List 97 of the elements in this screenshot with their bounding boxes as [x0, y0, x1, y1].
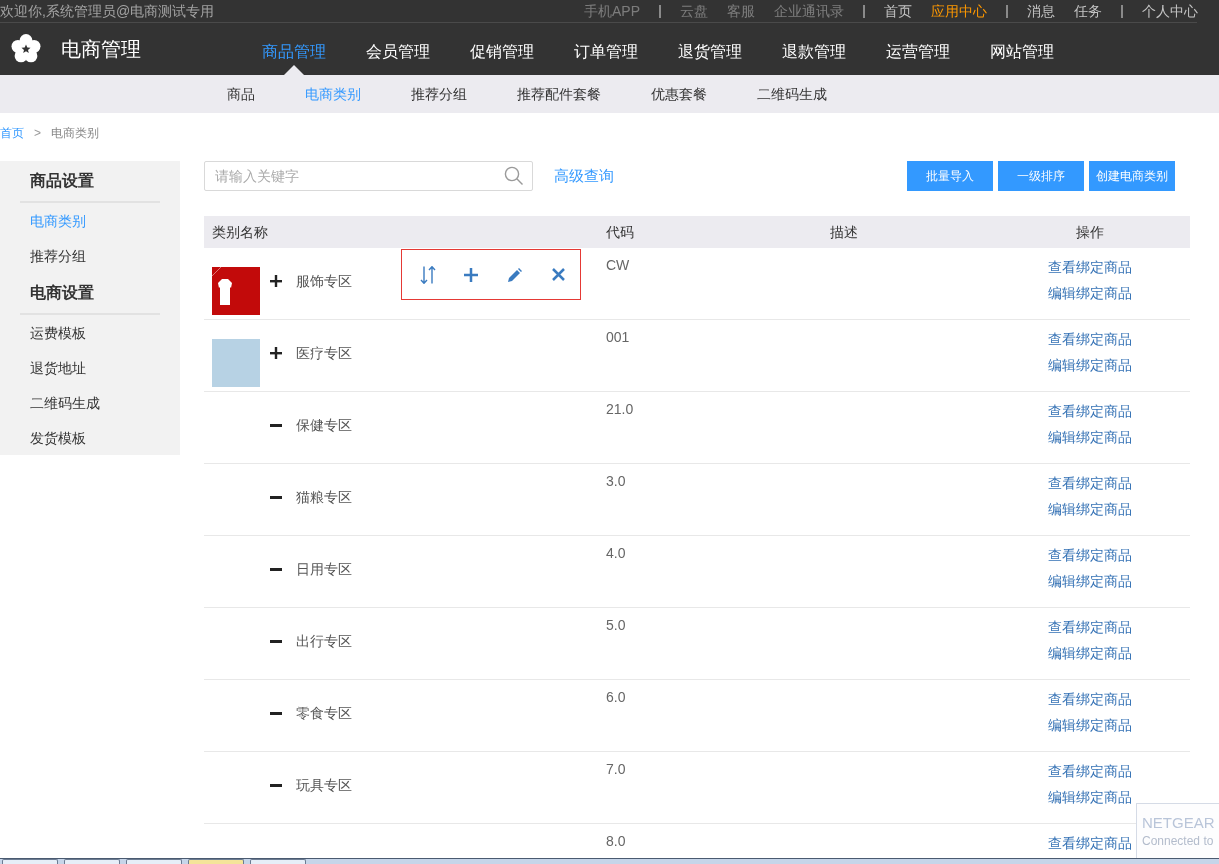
nav-tab[interactable]: 促销管理: [470, 23, 534, 75]
action-link[interactable]: 编辑绑定商品: [1048, 787, 1132, 808]
action-link[interactable]: 编辑绑定商品: [1048, 355, 1132, 376]
action-link[interactable]: 编辑绑定商品: [1048, 643, 1132, 664]
category-code: 001: [606, 329, 630, 345]
search-icon: [504, 166, 523, 185]
sidebar-item[interactable]: 电商类别: [30, 210, 86, 231]
welcome-text: 欢迎你,系统管理员@电商测试专用: [0, 2, 215, 21]
action-link[interactable]: 查看绑定商品: [1048, 761, 1132, 782]
sub-nav-tab[interactable]: 商品: [227, 84, 255, 104]
taskbar-button[interactable]: [64, 859, 120, 864]
column-header: 操作: [1076, 223, 1104, 242]
action-link[interactable]: 编辑绑定商品: [1048, 571, 1132, 592]
category-code: 7.0: [606, 761, 626, 777]
shirt-thumbnail: [212, 267, 260, 315]
category-name: 猫粮专区: [296, 488, 352, 507]
photo-placeholder: [212, 339, 260, 387]
notification-title: NETGEAR: [1142, 813, 1216, 833]
nav-tab[interactable]: 网站管理: [990, 23, 1054, 75]
category-name: 医疗专区: [296, 344, 352, 363]
category-code: CW: [606, 257, 630, 273]
top-link[interactable]: 首页: [884, 0, 912, 22]
top-link[interactable]: 应用中心: [931, 0, 987, 22]
column-header: 描述: [830, 224, 858, 240]
action-link[interactable]: 查看绑定商品: [1048, 617, 1132, 638]
taskbar-button[interactable]: [126, 859, 182, 864]
taskbar-button[interactable]: [2, 859, 58, 864]
nav-tab[interactable]: 订单管理: [574, 23, 638, 75]
sidebar-heading: 电商设置: [30, 283, 94, 303]
top-link[interactable]: 个人中心: [1142, 0, 1198, 22]
sidebar-item[interactable]: 运费模板: [30, 322, 86, 343]
taskbar-button[interactable]: [250, 859, 306, 864]
breadcrumb-separator: >: [34, 125, 41, 141]
category-name: 玩具专区: [296, 776, 352, 795]
minus-icon[interactable]: [270, 423, 282, 427]
sidebar-heading: 商品设置: [30, 171, 94, 191]
category-code: 5.0: [606, 617, 626, 633]
top-link[interactable]: 消息: [1027, 0, 1055, 22]
category-name: 日用专区: [296, 560, 352, 579]
category-name: 出行专区: [296, 632, 352, 651]
breadcrumb-link[interactable]: 首页: [0, 125, 24, 141]
action-link[interactable]: 查看绑定商品: [1048, 473, 1132, 494]
category-name: 保健专区: [296, 416, 352, 435]
advanced-search-link[interactable]: 高级查询: [554, 166, 614, 186]
category-name: 服饰专区: [296, 272, 352, 291]
nav-tab[interactable]: 运营管理: [886, 23, 950, 75]
app-title: 电商管理: [61, 37, 141, 62]
sub-nav-tab[interactable]: 推荐分组: [411, 84, 467, 104]
category-code: 21.0: [606, 401, 634, 417]
minus-icon[interactable]: [270, 783, 282, 787]
category-name: 零食专区: [296, 704, 352, 723]
sub-nav-tab[interactable]: 二维码生成: [757, 84, 827, 104]
plus-icon: [464, 267, 479, 282]
action-link[interactable]: 查看绑定商品: [1048, 833, 1132, 854]
category-code: 3.0: [606, 473, 626, 489]
sidebar-item[interactable]: 发货模板: [30, 427, 86, 448]
pencil-icon: [507, 267, 522, 282]
search-field[interactable]: 请输入关键字: [204, 161, 533, 191]
plus-icon[interactable]: [270, 347, 282, 359]
nav-tab[interactable]: 退货管理: [678, 23, 742, 75]
close-icon: [551, 268, 565, 281]
category-code: 6.0: [606, 689, 626, 705]
category-code: 4.0: [606, 545, 626, 561]
category-code: 8.0: [606, 833, 626, 849]
toolbar-button[interactable]: 一级排序: [998, 161, 1084, 191]
nav-tab[interactable]: 商品管理: [262, 23, 326, 75]
column-header: 代码: [606, 224, 634, 240]
nav-tab[interactable]: 退款管理: [782, 23, 846, 75]
action-link[interactable]: 查看绑定商品: [1048, 257, 1132, 278]
nav-tab[interactable]: 会员管理: [366, 23, 430, 75]
sort-arrows-icon: [419, 265, 436, 284]
action-link[interactable]: 编辑绑定商品: [1048, 283, 1132, 304]
action-link[interactable]: 查看绑定商品: [1048, 329, 1132, 350]
minus-icon[interactable]: [270, 567, 282, 571]
notification-text: Connected to: [1142, 833, 1215, 849]
sub-nav-tab[interactable]: 优惠套餐: [651, 84, 707, 104]
minus-icon[interactable]: [270, 639, 282, 643]
column-header: 类别名称: [212, 224, 268, 240]
minus-icon[interactable]: [270, 495, 282, 499]
sidebar-item[interactable]: 二维码生成: [30, 392, 100, 413]
taskbar-button[interactable]: [188, 859, 244, 864]
action-link[interactable]: 编辑绑定商品: [1048, 427, 1132, 448]
sidebar-item[interactable]: 退货地址: [30, 357, 86, 378]
action-link[interactable]: 查看绑定商品: [1048, 545, 1132, 566]
toolbar-button[interactable]: 批量导入: [907, 161, 993, 191]
sub-nav-tab[interactable]: 推荐配件套餐: [517, 84, 601, 104]
action-link[interactable]: 编辑绑定商品: [1048, 499, 1132, 520]
action-link[interactable]: 查看绑定商品: [1048, 689, 1132, 710]
sidebar-item[interactable]: 推荐分组: [30, 245, 86, 266]
action-link[interactable]: 查看绑定商品: [1048, 401, 1132, 422]
action-link[interactable]: 编辑绑定商品: [1048, 715, 1132, 736]
breadcrumb-current: 电商类别: [51, 125, 99, 141]
flower-logo-icon: [11, 34, 41, 64]
plus-icon[interactable]: [270, 275, 282, 287]
top-link[interactable]: 任务: [1074, 0, 1102, 22]
toolbar-button[interactable]: 创建电商类别: [1089, 161, 1175, 191]
minus-icon[interactable]: [270, 711, 282, 715]
